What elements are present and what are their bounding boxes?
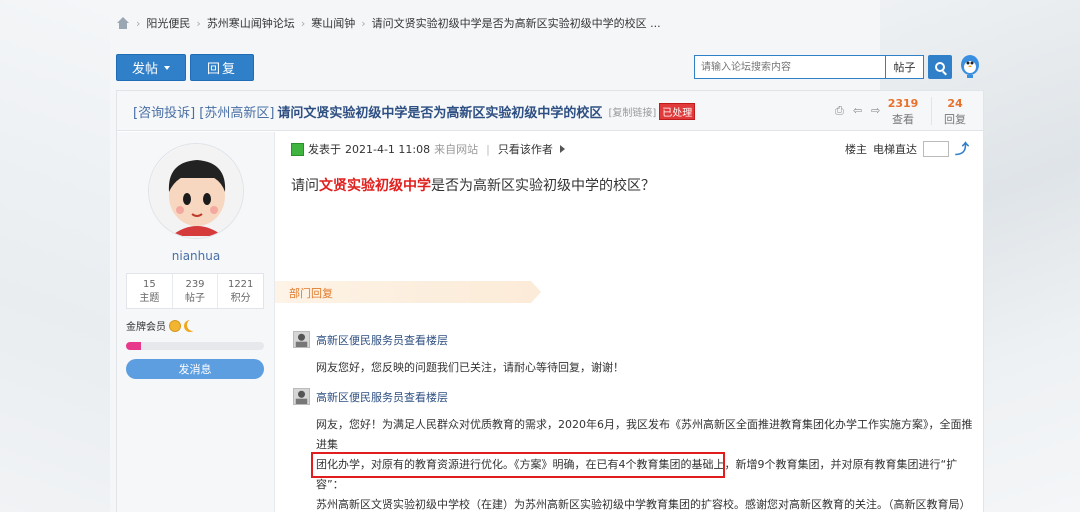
copy-link[interactable]: [复制链接] <box>608 104 656 119</box>
chevron-right-icon <box>559 145 565 153</box>
jump-label: 电梯直达 <box>873 143 917 156</box>
title-actions: ⎙ ⇦ ⇨ <box>835 105 883 117</box>
avatar <box>293 388 310 405</box>
author-stat-topics[interactable]: 15 主题 <box>127 274 173 308</box>
thread-title-text: 请问文贤实验初级中学是否为高新区实验初级中学的校区 <box>277 106 603 121</box>
author-username[interactable]: nianhua <box>117 249 275 263</box>
send-message-button[interactable]: 发消息 <box>126 359 264 379</box>
replies-label: 回复 <box>944 113 966 126</box>
home-icon[interactable] <box>116 17 130 29</box>
thread-title: [咨询投诉] [苏州高新区] 请问文贤实验初级中学是否为高新区实验初级中学的校区… <box>133 102 696 121</box>
reply-button[interactable]: 回复 <box>190 54 254 81</box>
floor-jump-input[interactable] <box>923 141 949 157</box>
chevron-down-icon <box>164 65 170 70</box>
jump-go-icon[interactable]: ⤴ <box>955 139 969 159</box>
floor-label: 楼主 <box>845 143 867 156</box>
breadcrumb-item[interactable]: 阳光便民 <box>146 15 190 31</box>
avatar-image <box>149 144 243 238</box>
post-content: 请问文贤实验初级中学是否为高新区实验初级中学的校区？ <box>291 178 655 194</box>
department-reply-banner: 部门回复 <box>275 281 541 303</box>
breadcrumb-item[interactable]: 苏州寒山闻钟论坛 <box>207 15 295 31</box>
reply-author[interactable]: 高新区便民服务员查看楼层 <box>316 332 448 348</box>
department-reply: 高新区便民服务员查看楼层 网友，您好！为满足人民群众对优质教育的需求，2020年… <box>293 388 976 512</box>
only-author-link[interactable]: 只看该作者 <box>498 141 553 157</box>
background-left <box>0 0 110 512</box>
breadcrumb-item[interactable]: 寒山闻钟 <box>311 15 355 31</box>
medal-icon <box>169 319 181 332</box>
search-box: 帖子 <box>694 55 924 79</box>
annotation-highlight-box <box>311 452 725 478</box>
replies-stat: 24 回复 <box>935 97 975 127</box>
status-badge: 已处理 <box>659 103 696 120</box>
post-source: 来自网站 <box>434 143 479 156</box>
thread-title-bar: [咨询投诉] [苏州高新区] 请问文贤实验初级中学是否为高新区实验初级中学的校区… <box>117 91 983 131</box>
print-icon[interactable]: ⎙ <box>835 105 847 117</box>
prev-thread-icon[interactable]: ⇦ <box>853 105 865 117</box>
views-count: 2319 <box>887 97 919 110</box>
reply-author[interactable]: 高新区便民服务员查看楼层 <box>316 389 448 405</box>
post-date: 2021-4-1 11:08 <box>345 142 431 156</box>
moon-icon <box>184 320 196 332</box>
search-button[interactable] <box>928 55 952 79</box>
level-progress-bar <box>126 342 264 350</box>
post-button-label: 发帖 <box>131 62 158 77</box>
search-type-select[interactable]: 帖子 <box>885 56 923 78</box>
posted-prefix: 发表于 <box>308 143 341 156</box>
author-column: nianhua 15 主题 239 帖子 1221 积分 金牌会员 发消息 <box>117 132 275 512</box>
replies-count: 24 <box>947 97 963 110</box>
post-floor-tools: 楼主 电梯直达 ⤴ <box>845 139 969 159</box>
author-rank: 金牌会员 <box>126 318 196 333</box>
search-icon <box>935 62 945 72</box>
rank-label: 金牌会员 <box>126 322 166 333</box>
breadcrumb: › 阳光便民 › 苏州寒山闻钟论坛 › 寒山闻钟 › 请问文贤实验初级中学是否为… <box>116 14 661 32</box>
thread-panel: [咨询投诉] [苏州高新区] 请问文贤实验初级中学是否为高新区实验初级中学的校区… <box>116 90 984 512</box>
reply-text: 网友您好，您反映的问题我们已关注，请耐心等待回复，谢谢！ <box>316 361 624 374</box>
author-stat-points[interactable]: 1221 积分 <box>218 274 263 308</box>
search-input[interactable] <box>695 56 885 78</box>
thread-category[interactable]: [咨询投诉] [苏州高新区] <box>133 102 274 121</box>
level-progress-fill <box>126 342 142 350</box>
online-status-icon <box>291 142 304 156</box>
avatar <box>293 331 310 348</box>
author-stat-posts[interactable]: 239 帖子 <box>173 274 219 308</box>
views-stat: 2319 查看 <box>883 97 923 127</box>
views-label: 查看 <box>892 113 914 126</box>
breadcrumb-current: 请问文贤实验初级中学是否为高新区实验初级中学的校区 ... <box>371 17 661 30</box>
post-meta: 发表于 2021-4-1 11:08 来自网站 | 只看该作者 <box>291 141 565 157</box>
divider <box>931 97 932 125</box>
content-highlight: 文贤实验初级中学 <box>319 178 431 194</box>
author-stats: 15 主题 239 帖子 1221 积分 <box>126 273 264 309</box>
department-reply: 高新区便民服务员查看楼层 网友您好，您反映的问题我们已关注，请耐心等待回复，谢谢… <box>293 331 976 378</box>
post-button[interactable]: 发帖 <box>116 54 186 81</box>
avatar[interactable] <box>148 143 244 239</box>
next-thread-icon[interactable]: ⇨ <box>871 105 883 117</box>
mascot-icon[interactable] <box>959 54 981 80</box>
department-reply-label: 部门回复 <box>289 287 333 300</box>
